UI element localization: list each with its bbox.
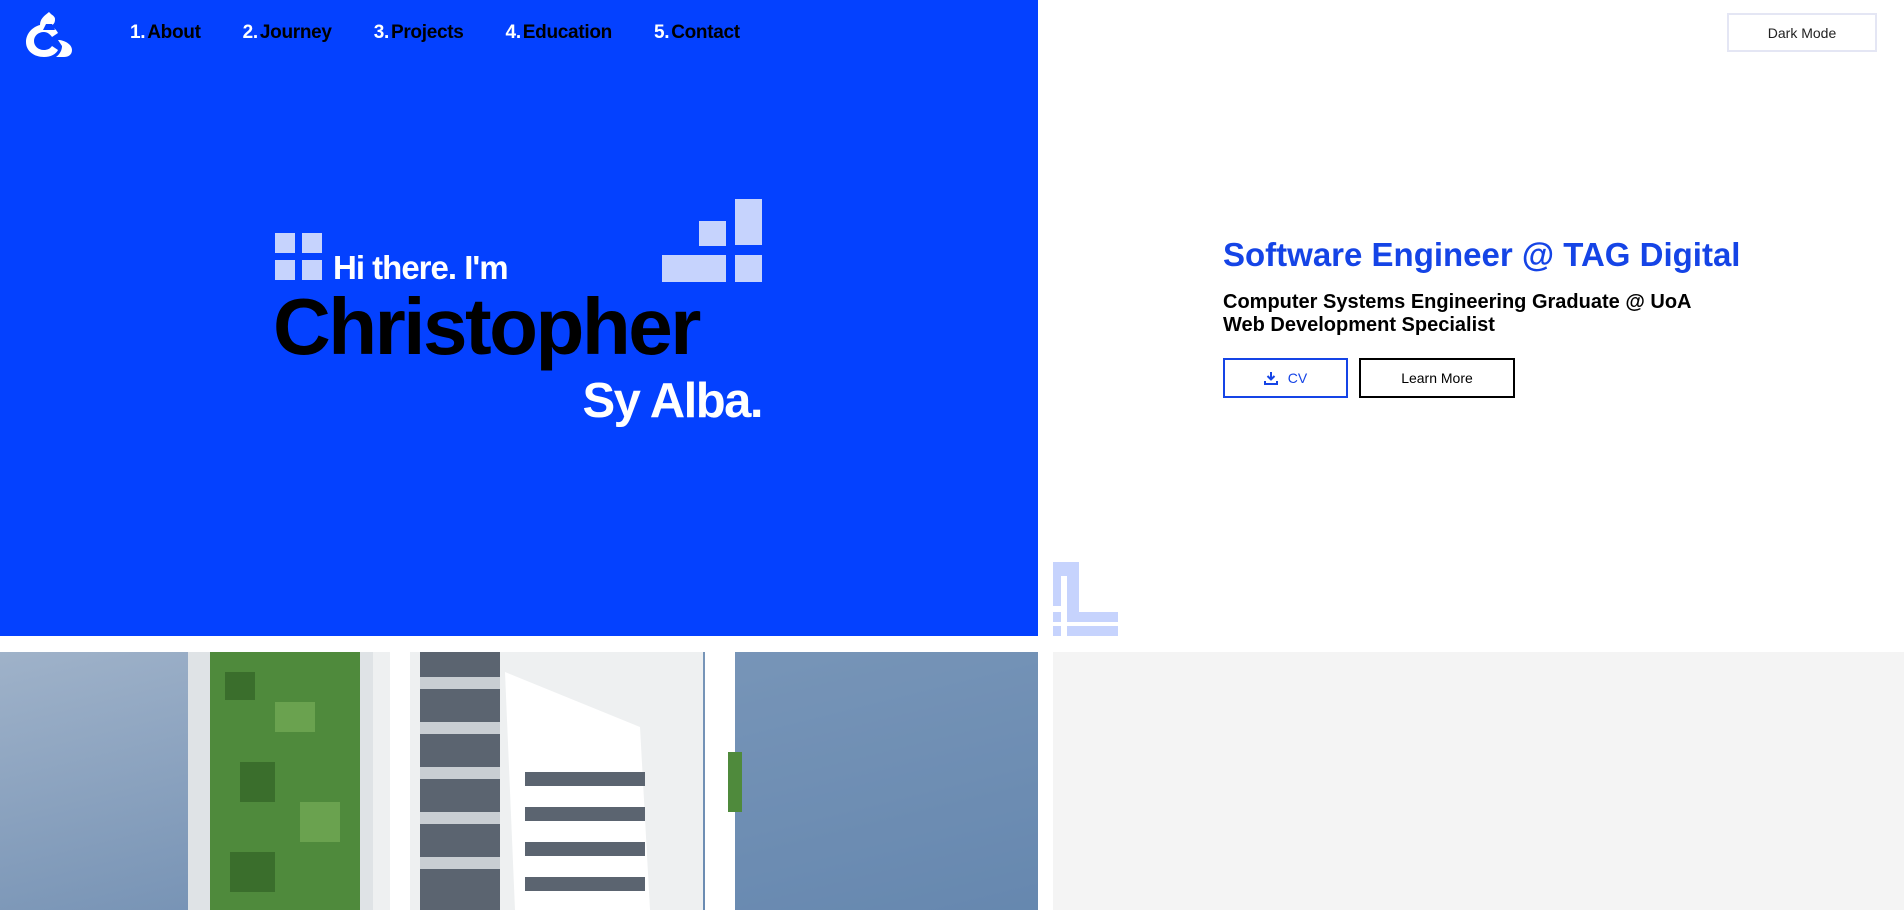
cv-button-label: CV bbox=[1287, 370, 1308, 386]
subtitle-specialty: Web Development Specialist bbox=[1223, 314, 1495, 336]
subtitle-education: Computer Systems Engineering Graduate @ … bbox=[1223, 291, 1692, 313]
content-panel bbox=[1053, 652, 1904, 910]
dark-mode-button[interactable]: Dark Mode bbox=[1727, 13, 1877, 52]
nav-item-education[interactable]: 4. Education bbox=[505, 22, 613, 44]
hero-first-name: Christopher bbox=[273, 282, 701, 371]
nav-number: 3. bbox=[373, 22, 390, 43]
nav-number: 5. bbox=[653, 22, 670, 43]
learn-more-button[interactable]: Learn More bbox=[1359, 358, 1515, 398]
hero-blue-panel: 1. About 2. Journey 3. Projects 4. Educa… bbox=[0, 0, 1038, 636]
nav-item-contact[interactable]: 5. Contact bbox=[654, 22, 740, 44]
decorative-corner-blocks-icon bbox=[1053, 562, 1118, 636]
nav-label: Education bbox=[522, 22, 612, 43]
nav-number: 2. bbox=[242, 22, 259, 43]
nav-number: 4. bbox=[505, 22, 522, 43]
logo-icon[interactable] bbox=[22, 10, 76, 58]
decorative-blocks-icon bbox=[662, 199, 762, 282]
nav-number: 1. bbox=[130, 22, 146, 43]
nav-label: About bbox=[147, 22, 201, 43]
decorative-squares-icon bbox=[275, 233, 322, 280]
nav-label: Projects bbox=[390, 22, 464, 43]
nav-label: Journey bbox=[259, 22, 332, 43]
hero-intro: Hi there. I'm Christopher Sy Alba. bbox=[273, 195, 763, 435]
cv-download-button[interactable]: CV bbox=[1223, 358, 1348, 398]
nav-label: Contact bbox=[671, 22, 740, 43]
hero-last-name: Sy Alba. bbox=[582, 374, 763, 428]
main-nav: 1. About 2. Journey 3. Projects 4. Educa… bbox=[130, 22, 782, 44]
nav-item-journey[interactable]: 2. Journey bbox=[243, 22, 332, 44]
job-title: Software Engineer @ TAG Digital bbox=[1223, 236, 1741, 273]
nav-item-projects[interactable]: 3. Projects bbox=[374, 22, 464, 44]
nav-item-about[interactable]: 1. About bbox=[130, 22, 201, 44]
download-icon bbox=[1263, 372, 1278, 385]
building-photo bbox=[0, 652, 1038, 910]
